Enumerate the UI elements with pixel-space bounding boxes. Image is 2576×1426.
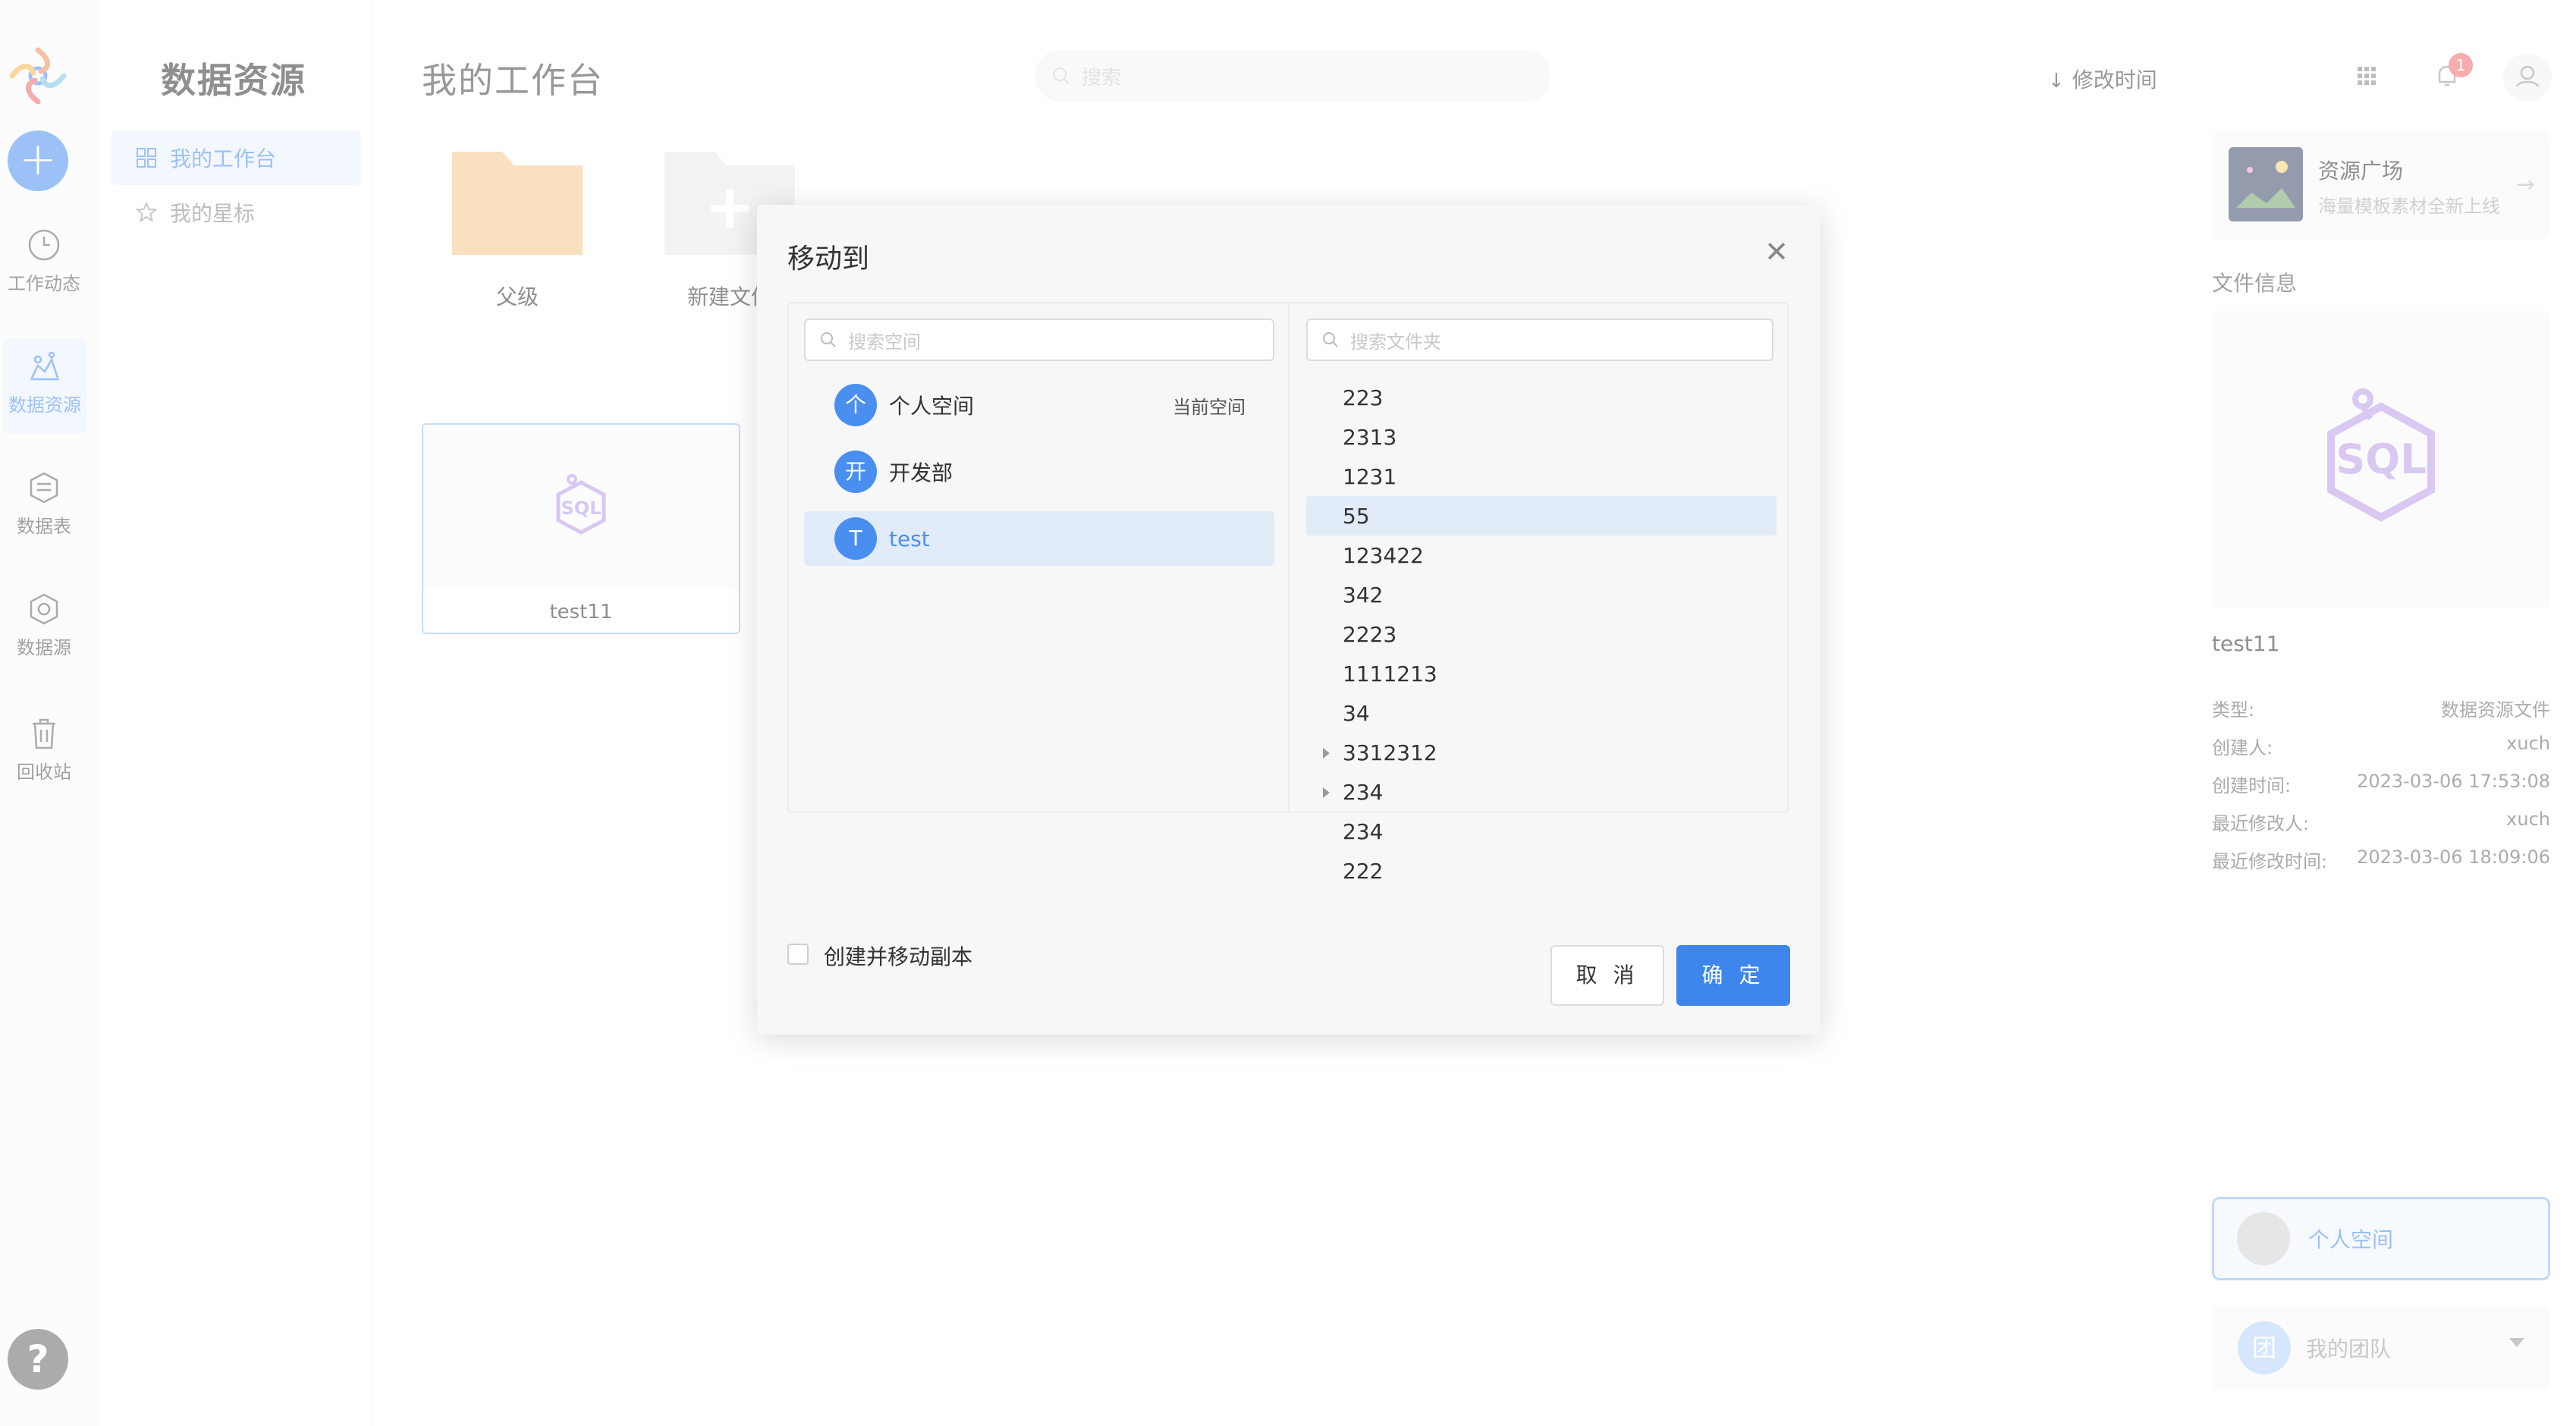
folder-item[interactable]: 223 — [1306, 378, 1776, 417]
search-icon — [821, 332, 836, 347]
move-to-dialog: 移动到 ✕ 搜索空间 个 个人空间 当前空间 开 开发部 T test 搜索文件… — [757, 205, 1820, 1035]
space-item-personal[interactable]: 个 个人空间 当前空间 — [804, 378, 1274, 432]
folder-item-label: 1231 — [1343, 463, 1397, 489]
caret-right-icon[interactable] — [1323, 748, 1330, 759]
folder-item-label: 342 — [1343, 582, 1384, 608]
folder-item[interactable]: 1111213 — [1306, 654, 1776, 693]
space-search-placeholder: 搜索空间 — [848, 331, 921, 353]
confirm-button[interactable]: 确 定 — [1676, 945, 1790, 1006]
copy-checkbox[interactable] — [787, 944, 809, 965]
space-avatar: 开 — [834, 451, 877, 493]
space-avatar: T — [834, 517, 877, 560]
space-pane: 搜索空间 个 个人空间 当前空间 开 开发部 T test — [789, 303, 1290, 812]
folder-search-input[interactable]: 搜索文件夹 — [1306, 319, 1773, 361]
folder-item[interactable]: 1231 — [1306, 457, 1776, 496]
folder-item-label: 234 — [1343, 818, 1384, 844]
folder-item[interactable]: 3312312 — [1306, 733, 1776, 772]
cancel-button[interactable]: 取 消 — [1550, 945, 1664, 1006]
folder-item[interactable]: 234 — [1306, 772, 1776, 812]
caret-right-icon[interactable] — [1323, 787, 1330, 798]
folder-item-label: 3312312 — [1343, 740, 1437, 765]
folder-item-label: 2313 — [1343, 424, 1397, 450]
space-item-label: test — [889, 526, 930, 551]
space-item-label: 开发部 — [889, 460, 953, 485]
space-item-label: 个人空间 — [889, 394, 975, 419]
folder-item-selected[interactable]: 55 — [1306, 496, 1776, 536]
copy-checkbox-label[interactable]: 创建并移动副本 — [824, 941, 972, 971]
folder-item[interactable]: 34 — [1306, 693, 1776, 733]
folder-item-label: 222 — [1343, 858, 1384, 884]
current-space-tag: 当前空间 — [1173, 396, 1246, 418]
space-search-input[interactable]: 搜索空间 — [804, 319, 1274, 361]
dialog-panes: 搜索空间 个 个人空间 当前空间 开 开发部 T test 搜索文件夹 223 … — [787, 302, 1789, 884]
folder-item[interactable]: 2313 — [1306, 417, 1776, 457]
folder-item[interactable]: 123422 — [1306, 536, 1776, 575]
folder-item[interactable]: 2223 — [1306, 614, 1776, 654]
folder-search-placeholder: 搜索文件夹 — [1350, 331, 1441, 353]
folder-item-label: 34 — [1343, 700, 1370, 726]
folder-item-label: 123422 — [1343, 542, 1424, 568]
folder-item-label: 223 — [1343, 385, 1384, 410]
folder-pane: 搜索文件夹 223 2313 1231 55 123422 342 2223 1… — [1291, 303, 1789, 884]
space-avatar: 个 — [834, 384, 877, 426]
folder-item-label: 1111213 — [1343, 661, 1437, 686]
search-icon — [1323, 332, 1338, 347]
close-icon[interactable]: ✕ — [1761, 237, 1792, 267]
dialog-title: 移动到 — [787, 243, 870, 275]
space-item-dev[interactable]: 开 开发部 — [804, 444, 1274, 499]
folder-item[interactable]: 222 — [1306, 851, 1776, 890]
folder-item-label: 55 — [1343, 503, 1370, 529]
folder-item[interactable]: 234 — [1306, 812, 1776, 851]
folder-item[interactable]: 342 — [1306, 575, 1776, 614]
space-item-test[interactable]: T test — [804, 511, 1274, 566]
folder-item-label: 2223 — [1343, 621, 1397, 647]
folder-item-label: 234 — [1343, 779, 1384, 805]
